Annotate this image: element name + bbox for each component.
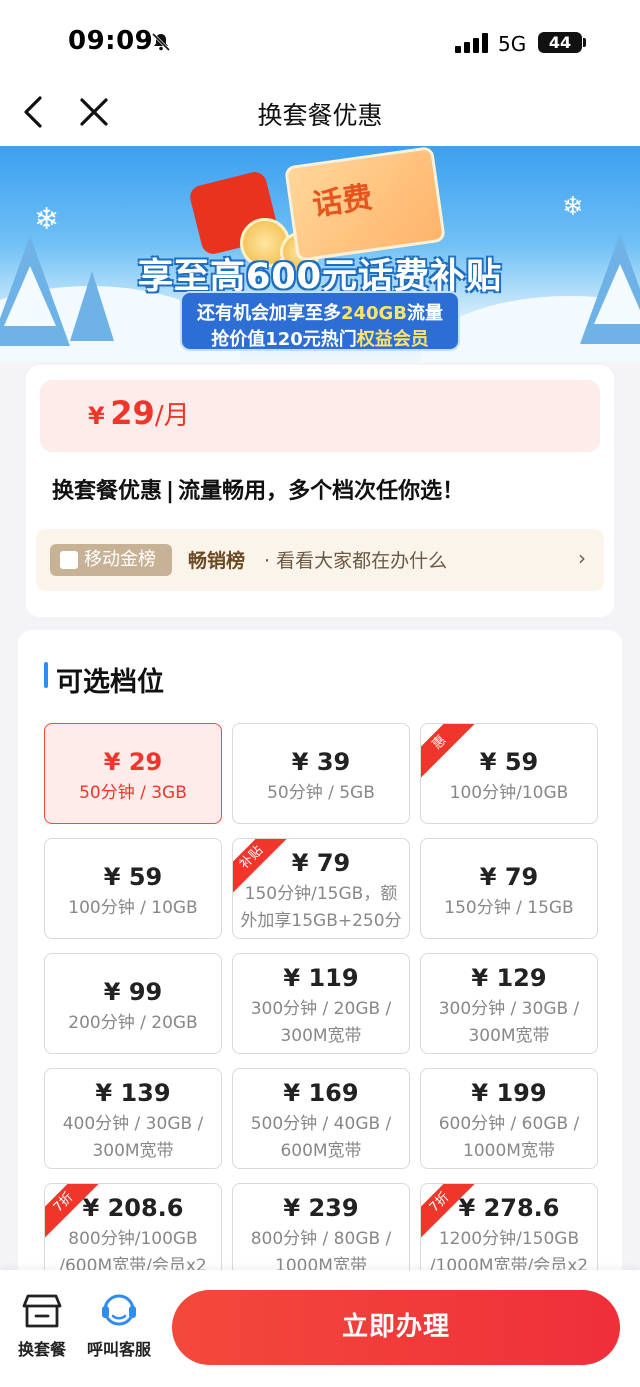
- banner-line-2: 抢价值120元热门权益会员: [211, 329, 429, 350]
- plan-price: ¥ 199: [471, 1079, 547, 1107]
- plan-description: 50分钟 / 3GB: [79, 783, 187, 803]
- bottom-bar: 换套餐 呼叫客服 立即办理: [0, 1270, 640, 1387]
- bestseller-rank-link[interactable]: 移动金榜 畅销榜 · 看看大家都在办什么 ›: [36, 529, 604, 591]
- plan-option[interactable]: ¥ 208.6 800分钟/100GB /600M宽带/会员x2 7折: [44, 1183, 222, 1284]
- plan-price: ¥ 139: [95, 1079, 171, 1107]
- plan-option[interactable]: ¥ 139 400分钟 / 30GB / 300M宽带: [44, 1068, 222, 1169]
- rank-title: 畅销榜: [188, 550, 246, 572]
- plan-option[interactable]: ¥ 29 50分钟 / 3GB: [44, 723, 222, 824]
- status-bar: 09:09 5G 44: [0, 0, 640, 82]
- plan-price: ¥ 59: [103, 863, 163, 891]
- plan-description: 500分钟 / 40GB / 600M宽带: [250, 1114, 392, 1161]
- plan-option[interactable]: ¥ 199 600分钟 / 60GB / 1000M宽带: [420, 1068, 598, 1169]
- store-icon: [22, 1294, 62, 1328]
- section-accent-bar: [44, 662, 48, 688]
- snowflake-icon: ❄: [562, 192, 584, 222]
- plan-description: 100分钟/10GB: [449, 783, 569, 803]
- plan-description: 300分钟 / 30GB / 300M宽带: [438, 999, 580, 1046]
- signal-icon: [455, 33, 488, 53]
- banner-info-box: 还有机会加享至多240GB流量 抢价值120元热门权益会员: [180, 291, 460, 351]
- customer-service-button[interactable]: 呼叫客服: [84, 1292, 154, 1360]
- status-time: 09:09: [68, 26, 154, 56]
- plans-card: 可选档位 ¥ 29 50分钟 / 3GB ¥ 39 50分钟 / 5GB ¥ 59 100…: [18, 630, 622, 1330]
- plan-price: ¥ 29: [103, 748, 163, 776]
- plan-option[interactable]: ¥ 79150分钟/15GB，额外加享15GB+250分钟补贴: [232, 838, 410, 939]
- plan-option[interactable]: ¥ 119 300分钟 / 20GB / 300M宽带: [232, 953, 410, 1054]
- plan-option[interactable]: ¥ 79 150分钟 / 15GB: [420, 838, 598, 939]
- plan-description: 150分钟/15GB，额外加享15GB+250分钟: [240, 884, 402, 931]
- selected-price: ¥ 29/月: [40, 380, 600, 452]
- snowflake-icon: ❄: [34, 202, 60, 237]
- plan-option[interactable]: ¥ 239 800分钟 / 80GB / 1000M宽带: [232, 1183, 410, 1284]
- plan-price: ¥ 129: [471, 964, 547, 992]
- network-type: 5G: [498, 32, 527, 56]
- plan-price: ¥ 59: [479, 748, 539, 776]
- rank-subtitle: · 看看大家都在办什么: [264, 550, 448, 572]
- bell-muted-icon: [151, 32, 171, 52]
- battery-tip: [583, 38, 586, 47]
- plan-description: 200分钟 / 20GB: [68, 1013, 198, 1033]
- plan-option[interactable]: ¥ 59 100分钟/10GB 惠: [420, 723, 598, 824]
- rank-badge: 移动金榜: [50, 544, 172, 576]
- chevron-right-icon: ›: [578, 546, 586, 570]
- promo-banner[interactable]: ❄ ❄ 话费 享至高600元话费补贴 还有机会加享至多240GB流量 抢价值12…: [0, 146, 640, 362]
- battery-icon: 44: [538, 32, 582, 53]
- plan-price: ¥ 79: [479, 863, 539, 891]
- apply-now-button[interactable]: 立即办理: [172, 1290, 620, 1365]
- plan-description: 换套餐优惠 | 流量畅用，多个档次任你选！: [52, 479, 465, 504]
- ticket-text: 话费: [310, 180, 375, 224]
- plan-price: ¥ 119: [283, 964, 359, 992]
- plan-option[interactable]: ¥ 278.6 1200分钟/150GB /1000M宽带/会员x2 7折: [420, 1183, 598, 1284]
- plan-description: 400分钟 / 30GB / 300M宽带: [62, 1114, 204, 1161]
- plan-description: 300分钟 / 20GB / 300M宽带: [250, 999, 392, 1046]
- summary-card: ¥ 29/月 换套餐优惠 | 流量畅用，多个档次任你选！ 移动金榜 畅销榜 · 看看…: [26, 365, 614, 617]
- plan-option[interactable]: ¥ 59 100分钟 / 10GB: [44, 838, 222, 939]
- plan-description: 100分钟 / 10GB: [68, 898, 198, 918]
- nav-bar: 换套餐优惠: [0, 82, 640, 146]
- switch-plan-button[interactable]: 换套餐: [8, 1292, 76, 1360]
- headset-icon: [102, 1294, 136, 1326]
- plan-description: 50分钟 / 5GB: [267, 783, 375, 803]
- section-title: 可选档位: [56, 667, 164, 698]
- plan-price: ¥ 239: [283, 1194, 359, 1222]
- plan-price: ¥ 169: [283, 1079, 359, 1107]
- page-title: 换套餐优惠: [257, 101, 383, 130]
- medal-icon: [60, 551, 78, 569]
- plan-price: ¥ 99: [103, 978, 163, 1006]
- plan-option[interactable]: ¥ 129 300分钟 / 30GB / 300M宽带: [420, 953, 598, 1054]
- plan-price: ¥ 39: [291, 748, 351, 776]
- plan-description: 600分钟 / 60GB / 1000M宽带: [438, 1114, 580, 1161]
- plan-option[interactable]: ¥ 39 50分钟 / 5GB: [232, 723, 410, 824]
- price-value: ¥ 29/月: [88, 394, 190, 432]
- banner-line-1: 还有机会加享至多240GB流量: [196, 303, 444, 324]
- phone-credit-ticket-graphic: 话费: [284, 146, 446, 262]
- plan-description: 150分钟 / 15GB: [444, 898, 574, 918]
- plan-option[interactable]: ¥ 169 500分钟 / 40GB / 600M宽带: [232, 1068, 410, 1169]
- plan-option[interactable]: ¥ 99 200分钟 / 20GB: [44, 953, 222, 1054]
